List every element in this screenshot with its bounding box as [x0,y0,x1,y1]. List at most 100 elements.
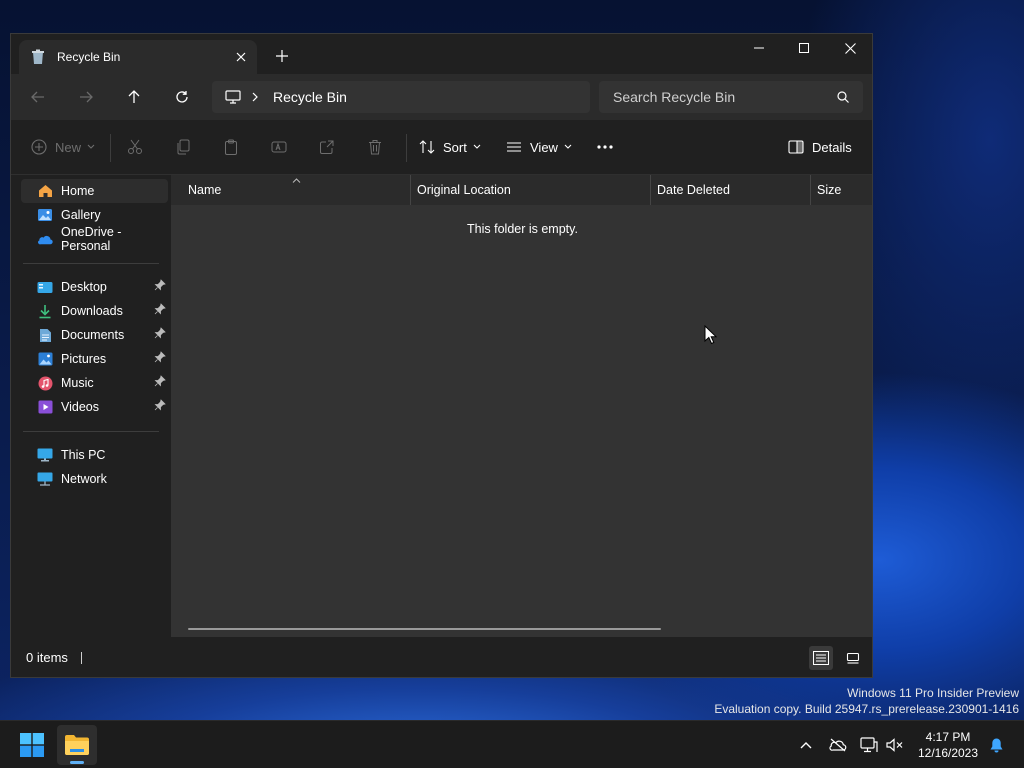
column-header-label: Name [188,183,222,197]
navigation-pane: Home Gallery OneDrive - Personal Desktop… [11,175,168,637]
search-box[interactable]: Search Recycle Bin [599,81,863,113]
address-path: Recycle Bin [273,89,347,105]
copy-icon [177,139,190,155]
forward-button[interactable] [72,83,100,111]
view-button[interactable]: View [506,132,572,162]
address-bar[interactable]: Recycle Bin [212,81,590,113]
pin-icon [154,279,166,291]
sidebar-item-pictures[interactable]: Pictures [21,347,168,371]
column-header-label: Date Deleted [657,183,730,197]
cut-button[interactable] [127,132,143,162]
sidebar-item-desktop[interactable]: Desktop [21,275,168,299]
status-bar: 0 items [11,637,872,677]
column-header-row: Name Original Location Date Deleted Size [171,175,872,205]
column-header-size[interactable]: Size [817,175,841,205]
sidebar-divider [23,431,159,432]
column-header-date-deleted[interactable]: Date Deleted [657,175,730,205]
sidebar-item-onedrive[interactable]: OneDrive - Personal [21,225,168,253]
details-view-icon [813,651,829,665]
view-lines-icon [507,142,521,152]
taskbar-file-explorer[interactable] [57,725,97,765]
close-window-button[interactable] [827,34,872,62]
details-pane-button[interactable]: Details [788,132,852,162]
videos-icon [37,399,53,415]
column-divider[interactable] [810,175,811,205]
downloads-icon [37,303,53,319]
onedrive-icon [37,231,53,247]
more-dots-icon [597,145,613,149]
new-tab-button[interactable] [274,48,290,64]
start-button[interactable] [12,725,52,765]
navigation-bar: Recycle Bin Search Recycle Bin [11,74,872,120]
see-more-button[interactable] [596,132,614,162]
refresh-button[interactable] [168,83,196,111]
column-header-original-location[interactable]: Original Location [417,175,511,205]
pin-icon [154,327,166,339]
show-hidden-icons-button[interactable] [797,736,815,754]
tab-recycle-bin[interactable]: Recycle Bin [19,40,257,74]
sidebar-item-network[interactable]: Network [21,467,168,491]
large-icons-view-button[interactable] [841,646,865,670]
view-label: View [530,139,558,155]
back-button[interactable] [24,83,52,111]
sidebar-item-documents[interactable]: Documents [21,323,168,347]
search-icon [837,91,849,103]
command-bar: New Sort View Details [11,120,872,175]
pin-icon [154,375,166,387]
column-header-name[interactable]: Name [188,175,221,205]
horizontal-scrollbar[interactable] [188,628,661,630]
sidebar-item-music[interactable]: Music [21,371,168,395]
column-divider[interactable] [650,175,651,205]
details-view-button[interactable] [809,646,833,670]
command-separator [406,134,407,162]
arrow-right-icon [80,91,93,103]
file-list-pane[interactable]: Name Original Location Date Deleted Size… [171,175,872,637]
sidebar-item-label: Network [61,472,107,486]
volume-tray-button[interactable] [886,736,904,754]
tab-close-button[interactable] [231,47,251,67]
column-header-label: Size [817,183,842,197]
network-tray-button[interactable] [860,736,878,754]
documents-icon [37,327,53,343]
notifications-button[interactable] [987,736,1005,754]
sidebar-item-label: Gallery [61,208,101,222]
paste-button[interactable] [223,132,239,162]
pin-icon [154,303,166,315]
column-divider[interactable] [410,175,411,205]
sidebar-item-label: This PC [61,448,106,462]
copy-button[interactable] [175,132,191,162]
sidebar-item-label: Desktop [61,280,107,294]
sort-caret-icon [292,178,301,183]
chevron-down-icon [564,144,572,149]
minimize-button[interactable] [736,34,782,62]
onedrive-offline-icon [829,738,847,752]
close-icon [236,52,246,62]
delete-button[interactable] [367,132,383,162]
sidebar-item-this-pc[interactable]: This PC [21,443,168,467]
share-button[interactable] [319,132,335,162]
network-icon [37,471,53,487]
onedrive-tray-button[interactable] [829,736,847,754]
sidebar-item-label: Music [61,376,94,390]
running-indicator [70,761,84,764]
up-button[interactable] [120,83,148,111]
sidebar-item-label: Videos [61,400,99,414]
new-button[interactable]: New [31,132,95,162]
sidebar-item-videos[interactable]: Videos [21,395,168,419]
arrow-left-icon [31,91,44,103]
scissors-icon [128,139,142,154]
search-input[interactable]: Search Recycle Bin [613,89,837,105]
maximize-button[interactable] [781,34,827,62]
rename-button[interactable] [271,132,287,162]
sidebar-item-gallery[interactable]: Gallery [21,203,168,227]
sidebar-item-label: Pictures [61,352,107,366]
sort-button[interactable]: Sort [419,132,481,162]
watermark-line-2: Evaluation copy. Build 25947.rs_prerelea… [714,702,1019,716]
sidebar-item-downloads[interactable]: Downloads [21,299,168,323]
network-monitor-icon [860,737,878,753]
sidebar-item-home[interactable]: Home [21,179,168,203]
sidebar-item-label: Documents [61,328,125,342]
windows-logo-icon [20,733,44,757]
column-header-label: Original Location [417,183,511,197]
taskbar-clock[interactable]: 4:17 PM 12/16/2023 [910,729,986,761]
